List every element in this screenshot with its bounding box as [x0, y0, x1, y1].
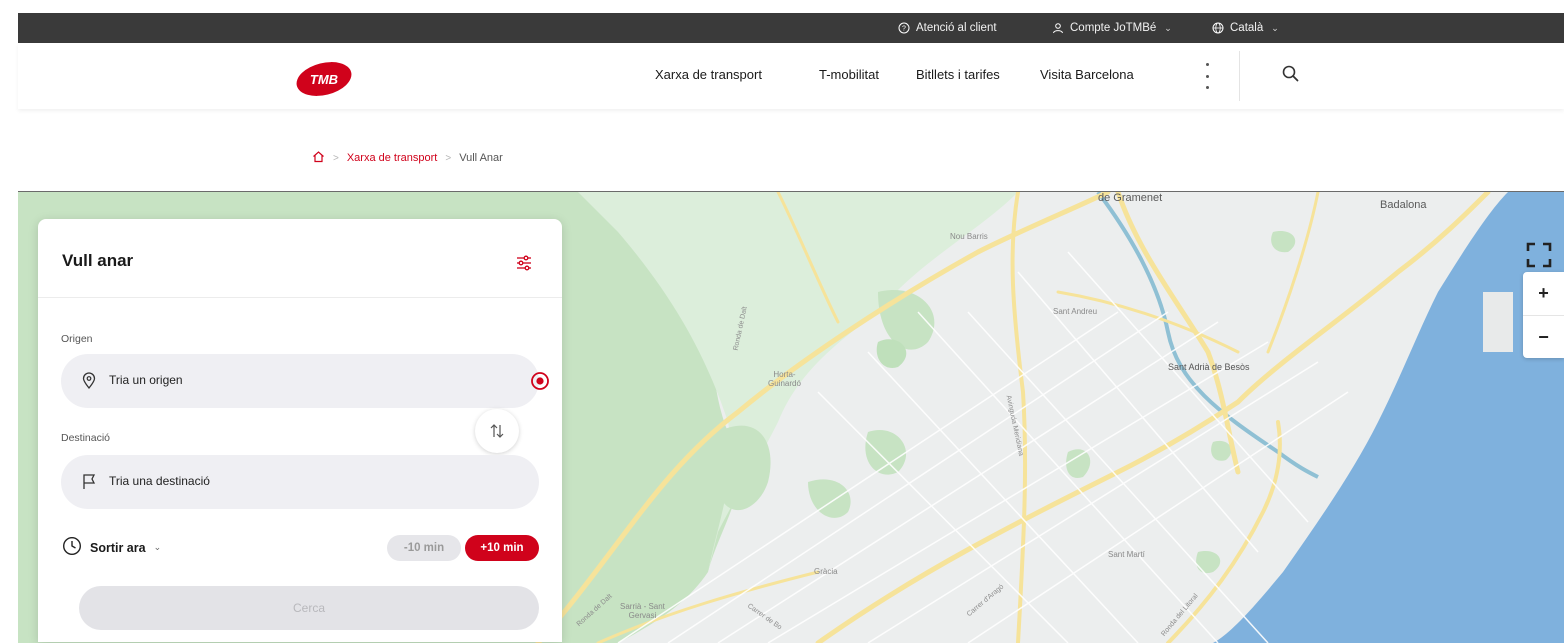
- map-label-gracia: Gràcia: [814, 567, 838, 576]
- header-divider: [1239, 51, 1240, 101]
- map-label-sant-andreu: Sant Andreu: [1053, 307, 1098, 316]
- breadcrumb-separator: >: [445, 152, 452, 164]
- map-label-sant-marti: Sant Martí: [1108, 550, 1145, 559]
- origin-placeholder: Tria un origen: [109, 373, 183, 387]
- search-icon[interactable]: [1280, 63, 1302, 85]
- clock-icon: [62, 536, 82, 559]
- origin-label: Origen: [61, 333, 93, 345]
- more-menu-icon[interactable]: [1201, 63, 1213, 89]
- help-icon: ?: [898, 22, 910, 34]
- breadcrumb: > Xarxa de transport > Vull Anar: [312, 150, 503, 166]
- globe-icon: [1212, 22, 1224, 34]
- logo-text: TMB: [310, 72, 338, 87]
- time-mode-label: Sortir ara: [90, 540, 146, 555]
- breadcrumb-separator: >: [333, 152, 339, 164]
- destination-placeholder: Tria una destinació: [109, 474, 210, 488]
- top-utility-bar: ? Atenció al client Compte JoTMBé ⌄ Cata…: [18, 13, 1564, 43]
- breadcrumb-current: Vull Anar: [459, 152, 503, 164]
- departure-time-selector[interactable]: Sortir ara ⌄: [62, 536, 161, 559]
- account-menu[interactable]: Compte JoTMBé ⌄: [1052, 13, 1172, 43]
- zoom-control: + −: [1523, 272, 1564, 358]
- zoom-out-button[interactable]: −: [1523, 316, 1564, 359]
- location-pin-icon: [80, 372, 98, 390]
- map-label-gramenet: de Gramenet: [1098, 192, 1163, 204]
- main-header: TMB Xarxa de transport T-mobilitat Bitll…: [18, 43, 1564, 109]
- panel-divider: [38, 297, 562, 298]
- nav-t-mobilitat[interactable]: T-mobilitat: [819, 67, 879, 82]
- home-icon[interactable]: [312, 150, 325, 166]
- origin-input[interactable]: Tria un origen: [61, 354, 549, 408]
- destination-label: Destinació: [61, 432, 111, 444]
- current-location-icon[interactable]: [530, 371, 550, 391]
- map-label-sant-adria: Sant Adrià de Besòs: [1168, 362, 1250, 372]
- map-label-badalona: Badalona: [1380, 199, 1427, 211]
- map-label-horta: Horta- Guinardó: [768, 370, 801, 388]
- chevron-down-icon: ⌄: [153, 542, 162, 552]
- search-route-button[interactable]: Cerca: [79, 586, 539, 630]
- breadcrumb-link[interactable]: Xarxa de transport: [347, 152, 438, 164]
- route-planner-panel: Vull anar Origen Tria un origen Destinac…: [38, 219, 562, 642]
- chevron-down-icon: ⌄: [1271, 22, 1279, 33]
- zoom-in-button[interactable]: +: [1523, 272, 1564, 315]
- nav-visita-barcelona[interactable]: Visita Barcelona: [1040, 67, 1134, 82]
- flag-icon: [80, 473, 98, 491]
- map-label-sarria: Sarrià - Sant Gervasi: [620, 602, 665, 620]
- nav-xarxa-transport[interactable]: Xarxa de transport: [655, 67, 762, 82]
- tmb-logo[interactable]: TMB: [293, 59, 355, 99]
- customer-service-label: Atenció al client: [916, 22, 997, 34]
- map-label-nou-barris: Nou Barris: [950, 232, 988, 241]
- svg-text:?: ?: [902, 26, 906, 33]
- chevron-down-icon: ⌄: [1164, 22, 1172, 33]
- plus-10-min-button[interactable]: +10 min: [465, 535, 539, 561]
- customer-service-link[interactable]: ? Atenció al client: [898, 13, 997, 43]
- swap-button[interactable]: [475, 409, 519, 453]
- filter-settings-icon[interactable]: [515, 254, 533, 272]
- swap-arrows-icon: [490, 424, 504, 438]
- user-icon: [1052, 22, 1064, 34]
- destination-input[interactable]: Tria una destinació: [61, 455, 539, 509]
- account-label: Compte JoTMBé: [1070, 22, 1157, 34]
- minus-10-min-button[interactable]: -10 min: [387, 535, 461, 561]
- language-selector[interactable]: Català ⌄: [1212, 13, 1279, 43]
- fullscreen-icon[interactable]: [1521, 236, 1557, 274]
- nav-bitllets-tarifes[interactable]: Bitllets i tarifes: [916, 67, 1000, 82]
- language-label: Català: [1230, 22, 1264, 34]
- panel-title: Vull anar: [62, 251, 134, 270]
